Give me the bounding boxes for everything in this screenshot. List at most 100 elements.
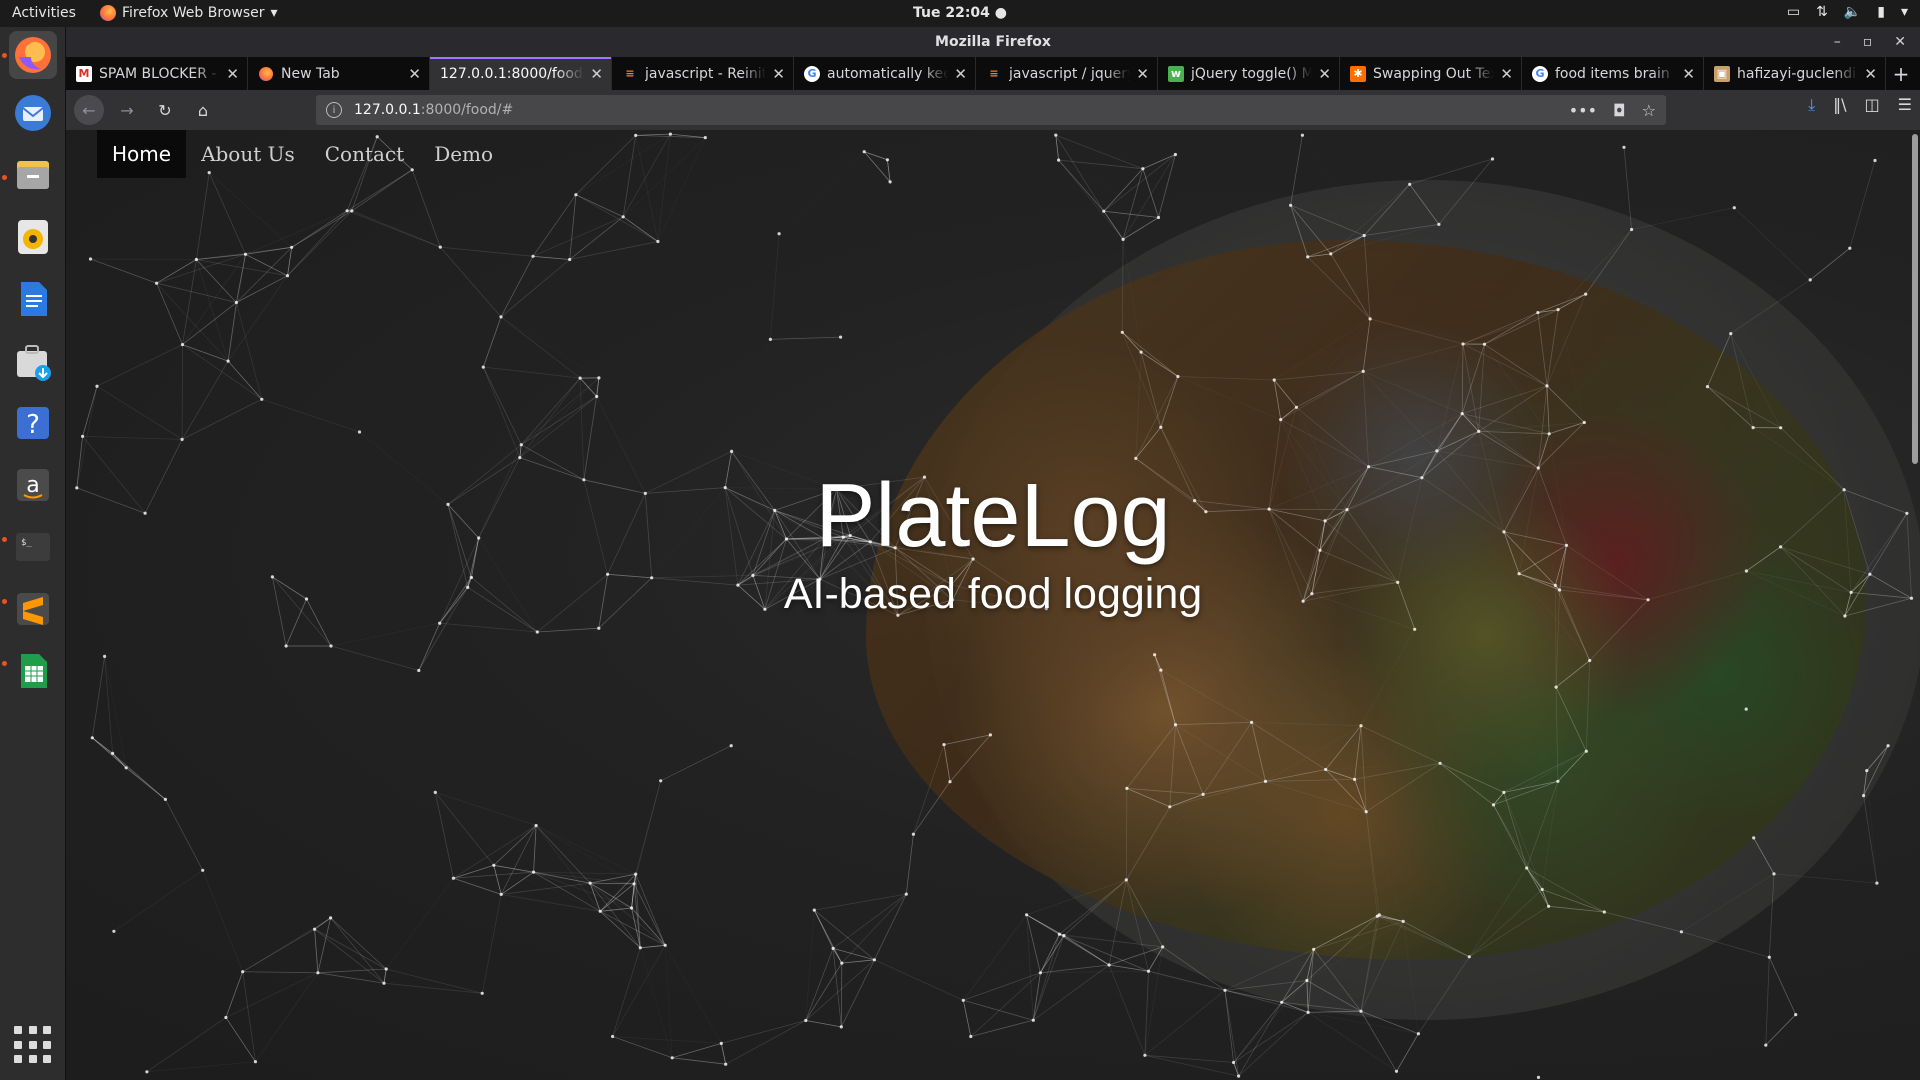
window-title: Mozilla Firefox [935,34,1051,50]
tab-hafizayi[interactable]: ▣ hafizayi-guclendir ✕ [1704,57,1886,90]
close-tab-icon[interactable]: ✕ [408,65,421,83]
sublime-icon [17,593,49,625]
tab-stackoverflow-1[interactable]: ≡ javascript - Reiniti ✕ [612,57,794,90]
url-bar[interactable]: i 127.0.0.1:8000/food/# ••• ◘ ☆ [316,95,1666,125]
gnome-top-bar: Activities Firefox Web Browser ▾ Tue 22:… [0,0,1920,27]
tab-title: New Tab [281,65,340,82]
dock-terminal[interactable]: $_ [9,523,57,571]
page-actions-icon[interactable]: ••• [1569,101,1597,120]
site-icon: ▣ [1714,65,1730,82]
firefox-window: Mozilla Firefox – ▫ ✕ M SPAM BLOCKER - 2… [66,27,1920,1080]
tab-w3schools[interactable]: w jQuery toggle() M ✕ [1158,57,1340,90]
dock-firefox[interactable] [9,31,57,79]
dock-writer[interactable] [9,275,57,323]
clock[interactable]: Tue 22:04 ● [913,5,1007,21]
caret-down-icon: ▾ [270,5,278,21]
tab-swapping-text[interactable]: ✱ Swapping Out Tex ✕ [1340,57,1522,90]
firefox-icon [258,66,274,82]
tab-google-2[interactable]: G food items brain c ✕ [1522,57,1704,90]
activities-button[interactable]: Activities [12,5,76,21]
site-info-icon[interactable]: i [326,102,342,118]
maximize-icon[interactable]: ▫ [1863,27,1873,57]
dock-calc[interactable] [9,647,57,695]
screen-icon: ▭ [1786,4,1801,20]
snowflake-icon: ✱ [1350,65,1366,82]
clock-label: Tue 22:04 [912,5,990,21]
nav-home[interactable]: Home [97,130,187,178]
page-scrollbar[interactable] [1912,134,1918,464]
gmail-icon: M [76,65,92,82]
system-tray[interactable]: ▭ ⇅ 🔈 ▮ ▾ [1787,4,1908,20]
google-icon: G [804,65,820,82]
dock-files[interactable] [9,151,57,199]
new-tab-button[interactable]: + [1886,57,1916,90]
show-applications-button[interactable] [14,1026,52,1064]
minimize-icon[interactable]: – [1834,27,1841,57]
nav-about-us[interactable]: About Us [186,130,310,178]
writer-icon [21,282,47,316]
page-content: Home About Us Contact Demo PlateLog AI-b… [66,130,1920,1080]
close-tab-icon[interactable]: ✕ [1682,65,1695,83]
tab-title: javascript - Reiniti [645,65,767,82]
home-button[interactable]: ⌂ [188,95,218,125]
tab-stackoverflow-2[interactable]: ≡ javascript / jquery ✕ [976,57,1158,90]
tab-title: javascript / jquery [1009,65,1131,82]
files-icon [17,161,49,189]
downloads-icon[interactable]: ⤓ [1808,95,1815,115]
svg-text:$_: $_ [21,538,32,548]
google-icon: G [1532,65,1548,82]
app-menu[interactable]: Firefox Web Browser ▾ [100,5,278,21]
network-icon: ⇅ [1816,4,1828,20]
tab-title: hafizayi-guclendir [1737,65,1859,82]
notification-dot-icon: ● [994,5,1008,21]
tab-title: 127.0.0.1:8000/food/ [440,65,585,82]
bookmark-star-icon[interactable]: ☆ [1642,101,1656,120]
tab-google-1[interactable]: G automatically kee ✕ [794,57,976,90]
tab-title: Swapping Out Tex [1373,65,1495,82]
amazon-icon: a [17,469,49,501]
tab-spam-blocker[interactable]: M SPAM BLOCKER - 2 ✕ [66,57,248,90]
forward-button[interactable]: → [112,95,142,125]
caret-down-icon: ▾ [1900,4,1908,20]
dock-amazon[interactable]: a [9,461,57,509]
hero-subtitle: AI-based food logging [783,570,1203,618]
nav-contact[interactable]: Contact [310,130,419,178]
dock-rhythmbox[interactable] [9,213,57,261]
dock-software[interactable] [9,337,57,385]
close-window-icon[interactable]: ✕ [1894,27,1906,57]
calc-icon [21,654,47,688]
library-icon[interactable]: ‖\ [1833,95,1846,115]
close-tab-icon[interactable]: ✕ [954,65,967,83]
app-menu-label: Firefox Web Browser [122,5,265,21]
dock-help[interactable]: ? [9,399,57,447]
hamburger-menu-icon[interactable]: ☰ [1898,95,1912,115]
tab-title: automatically kee [827,65,949,82]
close-tab-icon[interactable]: ✕ [590,65,603,83]
close-tab-icon[interactable]: ✕ [1864,65,1877,83]
window-titlebar[interactable]: Mozilla Firefox – ▫ ✕ [66,27,1920,57]
volume-icon: 🔈 [1843,4,1862,20]
desktop: Activities Firefox Web Browser ▾ Tue 22:… [0,0,1920,1080]
help-icon: ? [17,407,49,440]
tab-new-tab[interactable]: New Tab ✕ [248,57,430,90]
tab-title: jQuery toggle() M [1191,65,1313,82]
close-tab-icon[interactable]: ✕ [772,65,785,83]
close-tab-icon[interactable]: ✕ [1136,65,1149,83]
close-tab-icon[interactable]: ✕ [226,65,239,83]
back-button[interactable]: ← [74,95,104,125]
tab-platelog[interactable]: 127.0.0.1:8000/food/ ✕ [430,57,612,90]
reload-button[interactable]: ↻ [150,95,180,125]
dock-thunderbird[interactable] [9,89,57,137]
pocket-icon[interactable]: ◘ [1613,101,1626,120]
svg-text:?: ? [26,410,40,440]
navigation-toolbar: ← → ↻ ⌂ i 127.0.0.1:8000/food/# ••• ◘ ☆ … [66,90,1920,130]
dock-sublime[interactable] [9,585,57,633]
tab-title: food items brain c [1555,65,1677,82]
close-tab-icon[interactable]: ✕ [1500,65,1513,83]
url-text: 127.0.0.1:8000/food/# [354,102,514,118]
battery-icon: ▮ [1877,4,1885,20]
nav-demo[interactable]: Demo [419,130,508,178]
close-tab-icon[interactable]: ✕ [1318,65,1331,83]
sidebar-icon[interactable]: ◫ [1865,95,1880,115]
firefox-icon [15,37,51,73]
